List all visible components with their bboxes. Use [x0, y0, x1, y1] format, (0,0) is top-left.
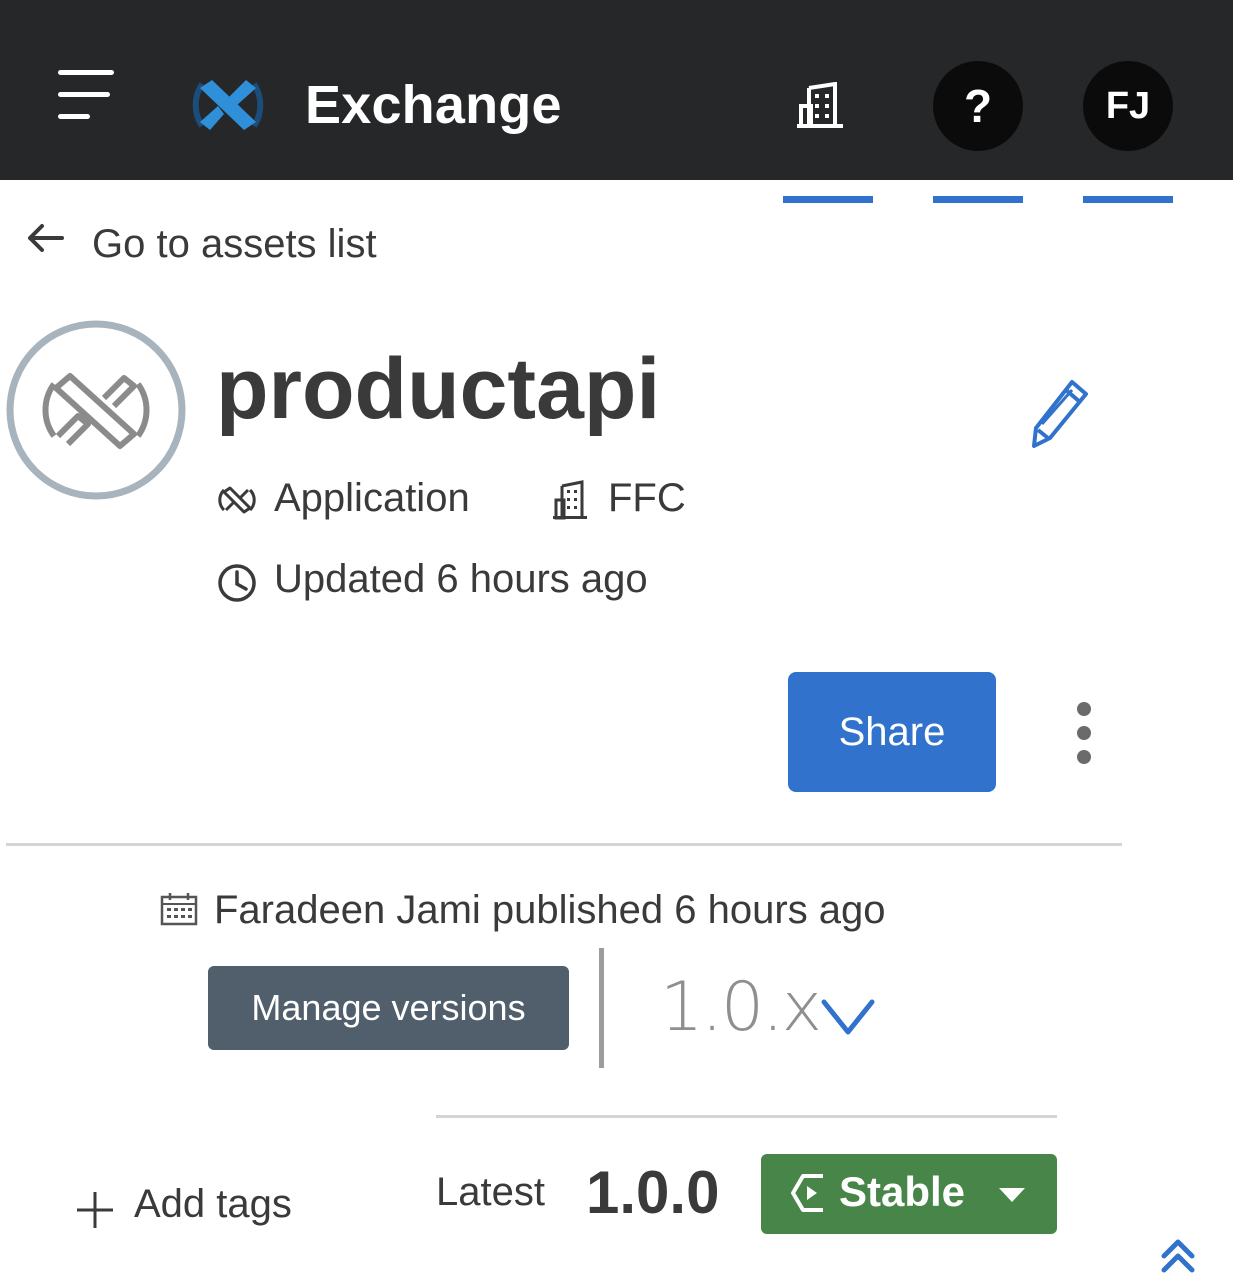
latest-label: Latest [436, 1170, 545, 1214]
chevron-down-icon [820, 996, 876, 1040]
asset-organization-label: FFC [608, 476, 686, 520]
clock-icon [216, 562, 258, 604]
menu-icon[interactable] [58, 68, 116, 124]
app-title: Exchange [305, 75, 562, 135]
version-divider [599, 948, 604, 1068]
more-options-icon[interactable] [1064, 696, 1104, 772]
share-button[interactable]: Share [788, 672, 996, 792]
more-dot [1077, 726, 1091, 740]
organization-icon [552, 480, 588, 520]
add-tags-label: Add tags [134, 1182, 292, 1226]
manage-versions-button[interactable]: Manage versions [208, 966, 569, 1050]
help-active-indicator [933, 196, 1023, 203]
published-info: Faradeen Jami published 6 hours ago [214, 888, 886, 932]
lifecycle-state-label: Stable [839, 1168, 966, 1215]
plus-icon [74, 1188, 116, 1230]
asset-title: productapi [216, 341, 661, 437]
selected-version: 1.0.x [660, 968, 822, 1047]
more-dot [1077, 702, 1091, 716]
exchange-logo-icon[interactable] [188, 70, 268, 140]
version-select[interactable]: 1.0.x [640, 960, 900, 1060]
help-button[interactable]: ? [933, 61, 1023, 151]
asset-type-label: Application [274, 476, 470, 520]
user-avatar-button[interactable]: FJ [1083, 61, 1173, 151]
latest-version: 1.0.0 [586, 1159, 720, 1226]
arrow-left-icon [24, 218, 68, 258]
more-dot [1077, 750, 1091, 764]
back-link-label: Go to assets list [92, 222, 377, 266]
asset-updated-label: Updated 6 hours ago [274, 557, 648, 601]
caret-down-icon [997, 1186, 1027, 1204]
lifecycle-stable-icon [789, 1172, 829, 1214]
calendar-icon [160, 892, 198, 926]
version-section-divider [436, 1115, 1057, 1118]
scroll-to-top-icon[interactable] [1158, 1234, 1198, 1274]
lifecycle-state-dropdown[interactable]: Stable [761, 1154, 1057, 1234]
organization-active-indicator [783, 196, 873, 203]
application-type-icon [216, 484, 258, 516]
section-divider [6, 843, 1122, 846]
organization-icon[interactable] [795, 81, 847, 130]
asset-type-icon [6, 320, 186, 500]
top-navigation-bar: Exchange ? FJ [0, 0, 1233, 180]
profile-active-indicator [1083, 196, 1173, 203]
edit-pencil-icon[interactable] [1028, 376, 1092, 450]
